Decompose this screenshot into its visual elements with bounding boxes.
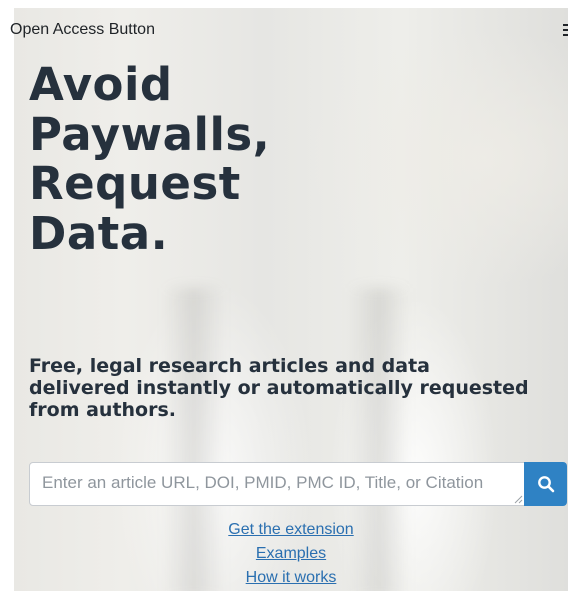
headline-line: Data.	[29, 206, 169, 260]
top-navbar: Open Access Button	[0, 8, 568, 52]
search-button[interactable]	[524, 462, 567, 506]
hero-subhead: Free, legal research articles and data d…	[29, 355, 568, 422]
search-icon	[537, 476, 554, 493]
hero-links: Get the extension Examples How it works	[14, 518, 568, 590]
subhead-line: delivered instantly or automatically req…	[29, 376, 529, 399]
hamburger-menu-icon[interactable]	[563, 24, 568, 36]
headline-line: Paywalls,	[29, 107, 271, 161]
examples-link[interactable]: Examples	[256, 542, 326, 566]
headline-line: Avoid	[29, 58, 173, 111]
search-form	[29, 462, 567, 506]
subhead-line: from authors.	[29, 398, 177, 421]
subhead-line: Free, legal research articles and data	[29, 355, 430, 377]
brand-link[interactable]: Open Access Button	[10, 21, 155, 39]
search-input[interactable]	[29, 462, 525, 506]
get-extension-link[interactable]: Get the extension	[228, 518, 353, 542]
hero-headline: Avoid Paywalls, Request Data.	[29, 60, 449, 258]
headline-line: Request	[29, 157, 241, 210]
how-it-works-link[interactable]: How it works	[246, 566, 337, 590]
